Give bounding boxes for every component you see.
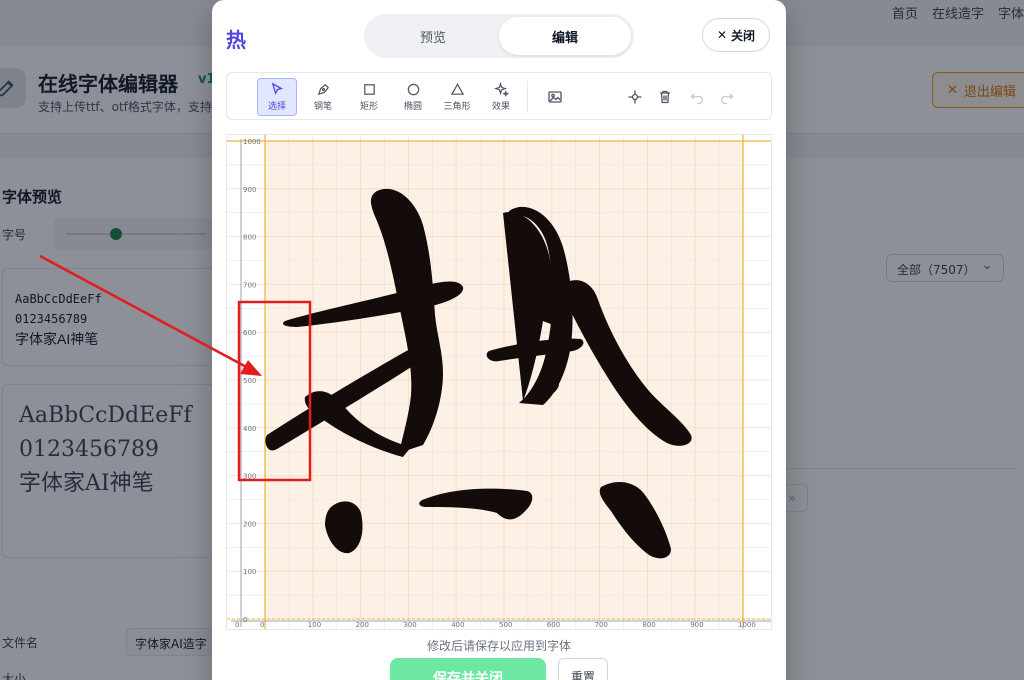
x-tick-label: 0 xyxy=(260,621,264,629)
x-tick-label: 900 xyxy=(690,621,703,629)
y-tick-label: 1000 xyxy=(243,138,261,146)
center-button[interactable] xyxy=(625,87,645,107)
ellipse-icon xyxy=(407,83,419,96)
x-tick-label: 300 xyxy=(403,621,416,629)
corner-tick-label: 0 xyxy=(235,621,239,629)
image-icon xyxy=(548,91,562,103)
tool-select-label: 选择 xyxy=(267,102,286,112)
x-tick-label: 100 xyxy=(308,621,321,629)
tool-ellipse[interactable]: 椭圆 xyxy=(393,78,433,116)
glyph-editor-modal: 热 预览 编辑 ✕ 关闭 选择 钢笔 矩形 椭圆 三角形 效果 1000 900… xyxy=(212,0,786,680)
tool-triangle-label: 三角形 xyxy=(443,102,471,112)
pen-icon xyxy=(317,83,329,96)
close-icon: ✕ xyxy=(716,28,728,42)
trash-icon xyxy=(660,90,670,104)
mode-tabs: 预览 编辑 xyxy=(364,14,634,58)
save-and-close-button[interactable]: 保存并关闭 xyxy=(390,658,546,680)
toolbar-separator xyxy=(527,81,528,113)
tool-pen[interactable]: 钢笔 xyxy=(303,78,343,116)
undo-button[interactable] xyxy=(687,87,707,107)
x-tick-label: 1000 xyxy=(738,621,756,629)
triangle-icon xyxy=(450,83,464,95)
glyph-canvas-svg: 1000 900 800 700 600 500 400 300 200 100… xyxy=(227,135,771,629)
tool-pen-label: 钢笔 xyxy=(313,102,332,112)
x-tick-label: 700 xyxy=(595,621,608,629)
tab-edit[interactable]: 编辑 xyxy=(499,17,631,55)
close-label: 关闭 xyxy=(731,28,756,43)
y-tick-label: 100 xyxy=(243,568,256,576)
y-tick-label: 500 xyxy=(243,377,256,385)
tab-preview[interactable]: 预览 xyxy=(367,17,499,55)
insert-image-button[interactable] xyxy=(545,87,565,107)
y-tick-label: 600 xyxy=(243,329,256,337)
delete-button[interactable] xyxy=(655,87,675,107)
rectangle-icon xyxy=(363,84,375,95)
crosshair-icon xyxy=(628,90,642,104)
x-tick-label: 500 xyxy=(499,621,512,629)
tool-rectangle-label: 矩形 xyxy=(359,102,378,112)
x-tick-label: 600 xyxy=(547,621,560,629)
tool-effects[interactable]: 效果 xyxy=(481,78,521,116)
cursor-icon xyxy=(271,82,283,96)
x-tick-label: 400 xyxy=(451,621,464,629)
tool-effects-label: 效果 xyxy=(491,102,510,112)
edit-toolbar: 选择 钢笔 矩形 椭圆 三角形 效果 xyxy=(226,72,772,120)
y-tick-label: 700 xyxy=(243,281,256,289)
redo-button[interactable] xyxy=(717,87,737,107)
sparkle-icon xyxy=(493,82,509,97)
y-tick-label: 0 xyxy=(243,616,247,624)
undo-icon xyxy=(690,93,704,105)
y-tick-label: 200 xyxy=(243,520,256,528)
glyph-canvas[interactable]: 1000 900 800 700 600 500 400 300 200 100… xyxy=(226,134,772,630)
y-tick-label: 900 xyxy=(243,186,256,194)
save-hint: 修改后请保存以应用到字体 xyxy=(426,639,571,653)
tool-triangle[interactable]: 三角形 xyxy=(437,78,477,116)
y-tick-label: 400 xyxy=(243,425,256,433)
x-tick-label: 800 xyxy=(642,621,655,629)
tool-select[interactable]: 选择 xyxy=(257,78,297,116)
tool-ellipse-label: 椭圆 xyxy=(403,102,422,112)
close-button[interactable]: ✕ 关闭 xyxy=(702,18,770,52)
redo-icon xyxy=(720,93,734,105)
reset-button[interactable]: 重置 xyxy=(558,658,608,680)
x-tick-label: 200 xyxy=(356,621,369,629)
glyph-character: 热 xyxy=(226,28,246,52)
y-tick-label: 800 xyxy=(243,234,256,242)
tool-rectangle[interactable]: 矩形 xyxy=(349,78,389,116)
y-tick-label: 300 xyxy=(243,473,256,481)
